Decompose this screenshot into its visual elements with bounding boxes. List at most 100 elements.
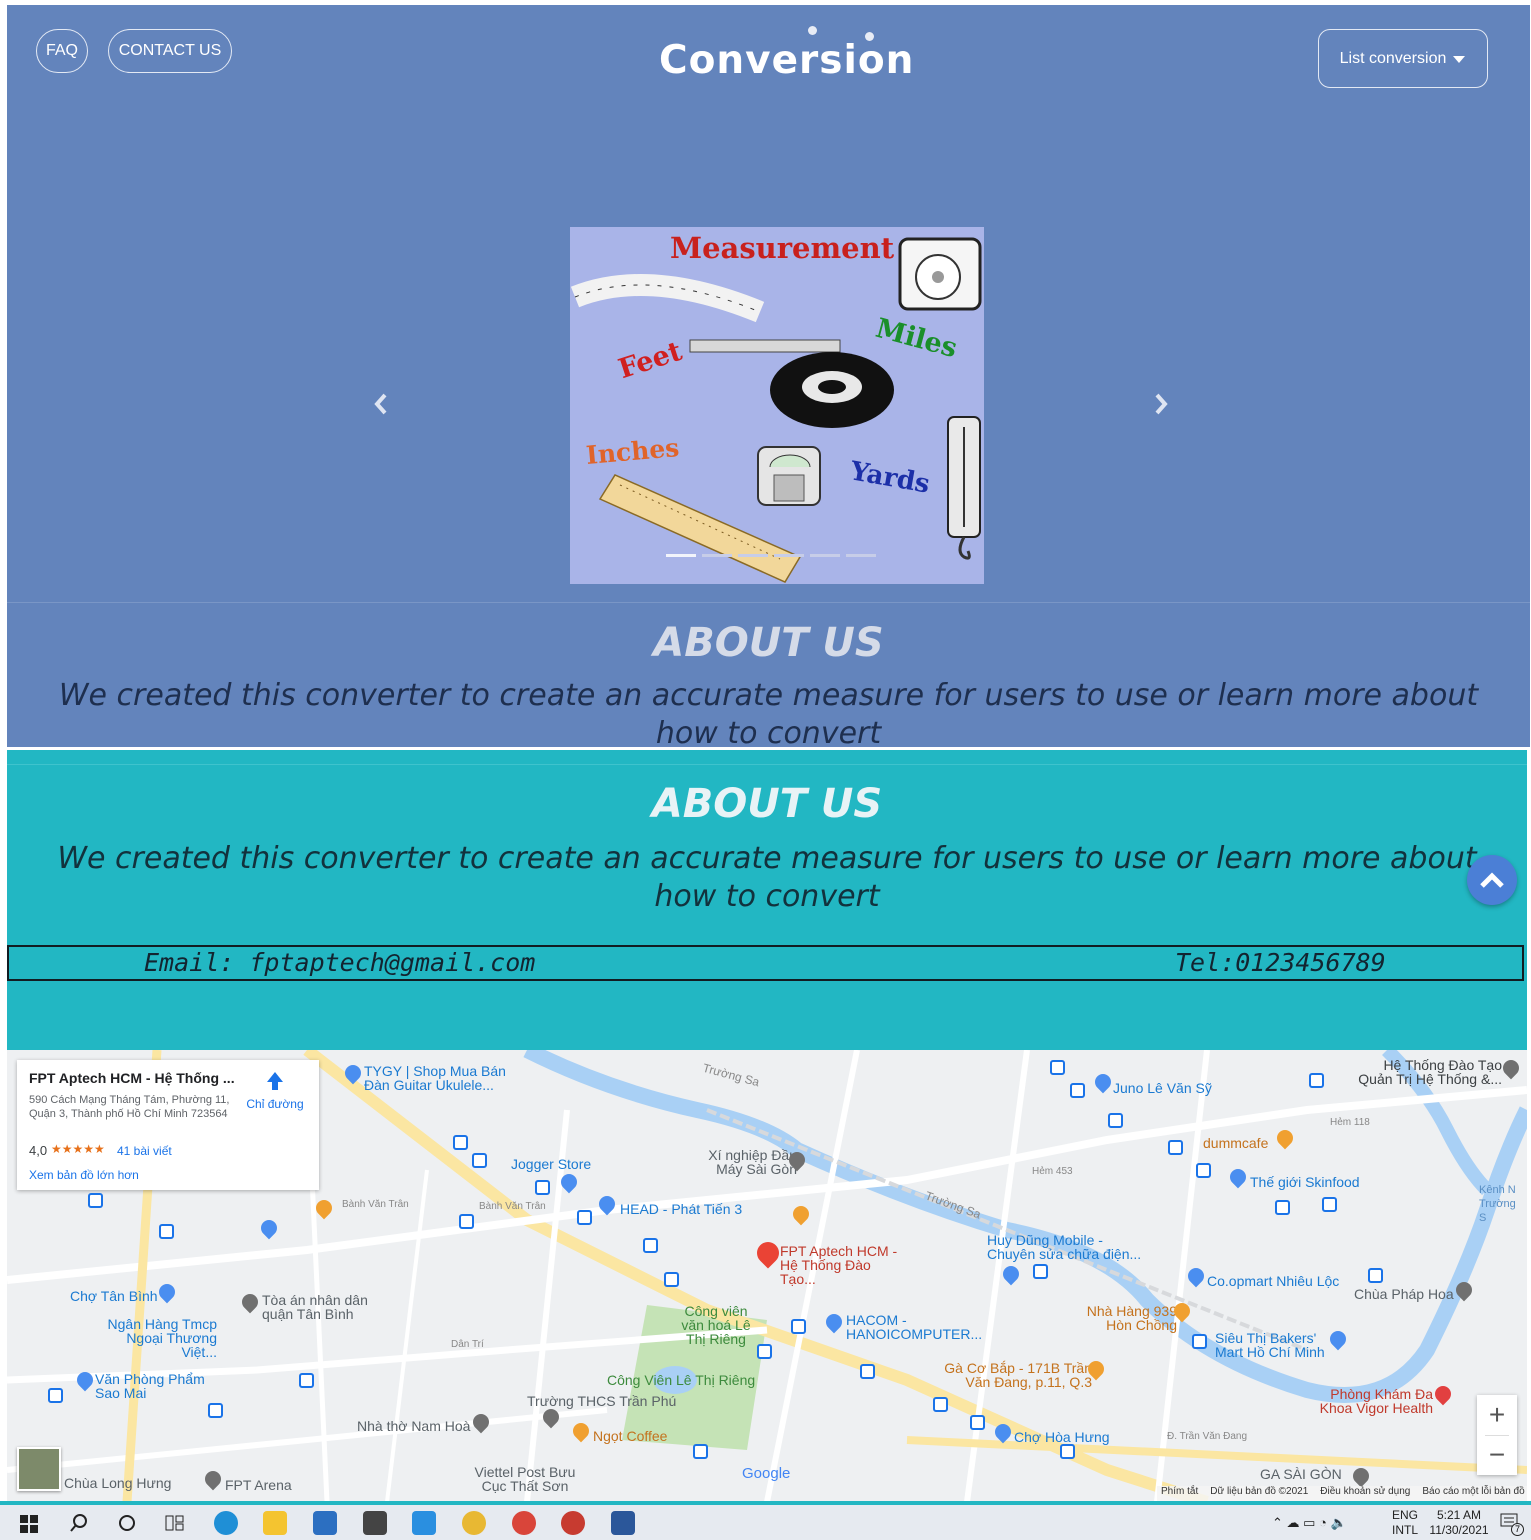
- map-label[interactable]: Phòng Khám Đa Khoa Vigor Health: [1313, 1387, 1433, 1415]
- bus-stop-icon[interactable]: [1033, 1264, 1048, 1279]
- map-label[interactable]: Chùa Pháp Hoa: [1354, 1287, 1454, 1301]
- map-label[interactable]: Jogger Store: [511, 1157, 591, 1171]
- map-label[interactable]: Trường THCS Trần Phú: [527, 1394, 676, 1408]
- map-label[interactable]: Tòa án nhân dân quận Tân Bình: [262, 1293, 382, 1321]
- file-explorer-icon[interactable]: [263, 1511, 287, 1535]
- bus-stop-icon[interactable]: [472, 1153, 487, 1168]
- map-label[interactable]: Huy Dũng Mobile - Chuyên sửa chữa điện..…: [987, 1233, 1147, 1261]
- map-label[interactable]: HEAD - Phát Tiến 3: [620, 1202, 742, 1216]
- bus-stop-icon[interactable]: [1050, 1060, 1065, 1075]
- task-view-icon[interactable]: [165, 1514, 185, 1532]
- chrome-profile-icon[interactable]: [561, 1511, 585, 1535]
- clock[interactable]: 5:21 AM 11/30/2021: [1428, 1508, 1490, 1538]
- carousel-prev-button[interactable]: [373, 390, 389, 424]
- keyboard-shortcuts-link[interactable]: Phím tắt: [1161, 1486, 1198, 1502]
- embedded-map[interactable]: FPT Aptech HCM - Hệ Thống ... 590 Cách M…: [7, 1050, 1527, 1502]
- faq-button[interactable]: FAQ: [36, 29, 88, 73]
- bus-stop-icon[interactable]: [1168, 1140, 1183, 1155]
- carousel-indicator[interactable]: [738, 554, 768, 557]
- map-label[interactable]: Co.opmart Nhiêu Lộc: [1207, 1274, 1339, 1288]
- contact-email[interactable]: Email: fptaptech@gmail.com: [144, 947, 535, 979]
- map-label[interactable]: GA SÀI GÒN: [1260, 1467, 1342, 1481]
- search-icon[interactable]: [70, 1514, 88, 1532]
- map-label[interactable]: Ngân Hàng Tmcp Ngoại Thương Việt...: [87, 1317, 217, 1359]
- carousel-indicator[interactable]: [810, 554, 840, 557]
- camera-app-icon[interactable]: [363, 1511, 387, 1535]
- map-label[interactable]: TYGY | Shop Mua Bán Đàn Guitar Ukulele..…: [364, 1064, 514, 1092]
- bus-stop-icon[interactable]: [1060, 1444, 1075, 1459]
- map-label[interactable]: Viettel Post Bưu Cục Thất Sơn: [470, 1465, 580, 1493]
- bus-stop-icon[interactable]: [577, 1210, 592, 1225]
- vscode-icon[interactable]: [412, 1511, 436, 1535]
- map-label[interactable]: Nhà Hàng 939 Hòn Chồng: [1077, 1304, 1177, 1332]
- notification-center-button[interactable]: 7: [1500, 1513, 1524, 1536]
- zoom-out-button[interactable]: −: [1477, 1435, 1517, 1475]
- bus-stop-icon[interactable]: [970, 1415, 985, 1430]
- bus-stop-icon[interactable]: [535, 1180, 550, 1195]
- bus-stop-icon[interactable]: [48, 1388, 63, 1403]
- bus-stop-icon[interactable]: [1309, 1073, 1324, 1088]
- map-label[interactable]: Siêu Thị Bakers' Mart Hồ Chí Minh: [1215, 1331, 1335, 1359]
- satellite-toggle-thumbnail[interactable]: [17, 1447, 61, 1491]
- bus-stop-icon[interactable]: [933, 1397, 948, 1412]
- edge-browser-icon[interactable]: [214, 1511, 238, 1535]
- bus-stop-icon[interactable]: [208, 1403, 223, 1418]
- bus-stop-icon[interactable]: [1275, 1200, 1290, 1215]
- map-label-fpt[interactable]: FPT Aptech HCM - Hệ Thống Đào Tạo...: [780, 1244, 910, 1286]
- bus-stop-icon[interactable]: [88, 1193, 103, 1208]
- dell-app-icon[interactable]: [313, 1511, 337, 1535]
- bus-stop-icon[interactable]: [643, 1238, 658, 1253]
- map-label[interactable]: Chùa Long Hưng: [64, 1476, 171, 1490]
- cortana-icon[interactable]: [118, 1514, 136, 1532]
- bus-stop-icon[interactable]: [860, 1364, 875, 1379]
- map-label[interactable]: Juno Lê Văn Sỹ: [1113, 1081, 1212, 1095]
- carousel-indicator[interactable]: [846, 554, 876, 557]
- bus-stop-icon[interactable]: [1192, 1334, 1207, 1349]
- bus-stop-icon[interactable]: [791, 1319, 806, 1334]
- carousel-indicator-active[interactable]: [666, 554, 696, 557]
- map-label[interactable]: Chợ Hòa Hưng: [1014, 1430, 1110, 1444]
- brand-logo[interactable]: Conversion: [659, 33, 913, 93]
- map-label[interactable]: Xí nghiệp Đầu Máy Sài Gòn: [697, 1148, 797, 1176]
- bus-stop-icon[interactable]: [1070, 1083, 1085, 1098]
- bus-stop-icon[interactable]: [1196, 1163, 1211, 1178]
- map-label[interactable]: FPT Arena: [225, 1478, 292, 1492]
- bus-stop-icon[interactable]: [159, 1224, 174, 1239]
- map-label[interactable]: Hệ Thống Đào Tạo Quản Trị Hệ Thống &...: [1352, 1058, 1502, 1086]
- list-conversion-dropdown[interactable]: List conversion: [1318, 29, 1488, 88]
- carousel-indicator[interactable]: [774, 554, 804, 557]
- bus-stop-icon[interactable]: [664, 1272, 679, 1287]
- windows-start-icon[interactable]: [20, 1515, 38, 1533]
- input-language[interactable]: ENG INTL: [1392, 1508, 1418, 1538]
- map-label[interactable]: Văn Phòng Phẩm Sao Mai: [95, 1372, 205, 1400]
- tray-icons[interactable]: ⌃ ☁ ▭ ◔ 🔈: [1272, 1515, 1347, 1531]
- bus-stop-icon[interactable]: [757, 1344, 772, 1359]
- map-label[interactable]: Công Viên Lê Thị Riêng: [607, 1373, 755, 1387]
- map-label[interactable]: Công viên văn hoá Lê Thị Riêng: [681, 1304, 751, 1346]
- map-label[interactable]: dummcafe: [1203, 1136, 1268, 1150]
- contact-phone[interactable]: Tel:0123456789: [1175, 947, 1386, 979]
- report-error-link[interactable]: Báo cáo một lỗi bản đồ: [1422, 1486, 1524, 1502]
- bus-stop-icon[interactable]: [453, 1135, 468, 1150]
- chrome-profile-icon[interactable]: [512, 1511, 536, 1535]
- bus-stop-icon[interactable]: [1322, 1197, 1337, 1212]
- map-label[interactable]: Gà Cơ Bắp - 171B Trần Văn Đang, p.11, Q.…: [942, 1361, 1092, 1389]
- view-larger-map-link[interactable]: Xem bản đồ lớn hơn: [29, 1168, 139, 1182]
- map-label[interactable]: Chợ Tân Bình: [70, 1289, 158, 1303]
- map-label[interactable]: Ngọt Coffee: [593, 1429, 667, 1443]
- carousel-indicator[interactable]: [702, 554, 732, 557]
- scroll-to-top-button[interactable]: [1467, 855, 1517, 905]
- word-icon[interactable]: [611, 1511, 635, 1535]
- terms-link[interactable]: Điều khoản sử dụng: [1320, 1486, 1410, 1502]
- chrome-icon[interactable]: [462, 1511, 486, 1535]
- map-label[interactable]: Thế giới Skinfood: [1250, 1175, 1360, 1189]
- map-label[interactable]: HACOM - HANOICOMPUTER...: [846, 1313, 986, 1341]
- map-label[interactable]: Nhà thờ Nam Hoà: [357, 1419, 470, 1433]
- bus-stop-icon[interactable]: [1368, 1268, 1383, 1283]
- contact-us-button[interactable]: CONTACT US: [108, 29, 232, 73]
- bus-stop-icon[interactable]: [693, 1444, 708, 1459]
- carousel-next-button[interactable]: [1153, 390, 1169, 424]
- bus-stop-icon[interactable]: [459, 1214, 474, 1229]
- bus-stop-icon[interactable]: [1108, 1113, 1123, 1128]
- reviews-link[interactable]: 41 bài viết: [117, 1144, 172, 1158]
